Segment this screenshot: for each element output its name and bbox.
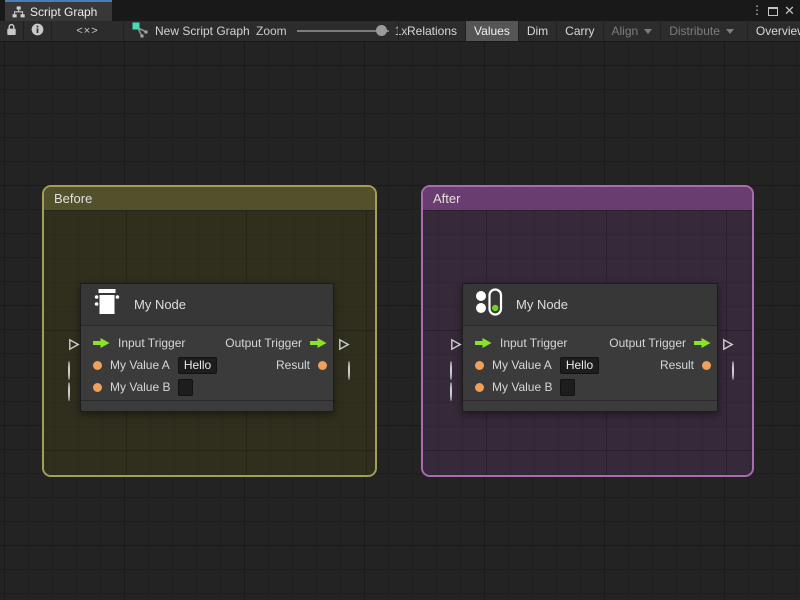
toolbar-button-relations[interactable]: Relations [398, 21, 465, 41]
info-button[interactable] [24, 21, 52, 41]
value-port-icon[interactable] [93, 382, 102, 392]
port-label: Result [659, 358, 694, 372]
outer-value-port-left-b[interactable] [450, 382, 452, 401]
close-icon[interactable]: ✕ [781, 0, 798, 21]
trigger-in-icon[interactable] [93, 337, 110, 349]
value-port-icon[interactable] [318, 360, 327, 370]
outer-value-port-right[interactable] [348, 361, 350, 380]
view-buttons: Relations Values Dim Carry Align Distrib… [398, 21, 800, 41]
graph-asset-name: New Script Graph [155, 24, 250, 38]
maximize-icon[interactable] [764, 0, 781, 21]
trigger-out-icon[interactable] [694, 337, 711, 349]
toolbar-button-align[interactable]: Align [602, 21, 661, 41]
toolbar-button-carry[interactable]: Carry [556, 21, 602, 41]
tab-script-graph[interactable]: Script Graph [5, 0, 112, 21]
graph-asset-title: New Script Graph [132, 21, 250, 41]
port-label: Input Trigger [500, 336, 568, 350]
outer-trigger-port-right[interactable] [722, 338, 734, 356]
lock-icon [6, 23, 17, 39]
script-graph-asset-icon [132, 22, 148, 41]
port-label: My Value B [110, 380, 171, 394]
outer-value-port-right[interactable] [732, 361, 734, 380]
port-row: My Value B [463, 376, 717, 398]
trigger-out-icon[interactable] [310, 337, 327, 349]
port-label: Output Trigger [609, 336, 686, 350]
port-row: Input Trigger Output Trigger [81, 332, 333, 354]
trigger-in-icon[interactable] [475, 337, 492, 349]
node-body: Input Trigger Output Trigger My Value A … [81, 326, 333, 400]
value-a-field[interactable]: Hello [177, 356, 218, 374]
zoom-slider[interactable] [296, 21, 389, 41]
value-b-field[interactable] [560, 378, 576, 396]
group-title: Before [54, 191, 93, 206]
outer-trigger-port-left[interactable] [450, 338, 462, 356]
group-title: After [433, 191, 461, 206]
toolbar-button-distribute[interactable]: Distribute [660, 21, 742, 41]
group-before-header[interactable]: Before [44, 187, 375, 210]
port-row: My Value A Hello Result [81, 354, 333, 376]
node-footer [81, 400, 333, 411]
value-b-field[interactable] [178, 378, 194, 396]
value-port-icon[interactable] [93, 360, 102, 370]
graph-canvas[interactable]: Before My Node Input Trigger Output Trig… [0, 42, 800, 600]
code-preview-button[interactable]: <×> [52, 21, 124, 41]
port-label: Input Trigger [118, 336, 186, 350]
outer-value-port-left-a[interactable] [68, 361, 70, 380]
port-label: Result [275, 358, 310, 372]
zoom-slider-handle[interactable] [375, 25, 387, 36]
zoom-label: Zoom [256, 24, 287, 38]
node-body: Input Trigger Output Trigger My Value A … [463, 326, 717, 400]
chevron-down-icon [725, 28, 734, 34]
value-port-icon[interactable] [702, 360, 711, 370]
node-header[interactable]: My Node [81, 284, 333, 326]
toolbar-button-dim[interactable]: Dim [517, 21, 556, 41]
value-port-icon[interactable] [475, 360, 484, 370]
outer-trigger-port-right[interactable] [338, 338, 350, 356]
port-label: Output Trigger [225, 336, 302, 350]
outer-value-port-left-a[interactable] [450, 361, 452, 380]
port-label: My Value A [110, 358, 170, 372]
node-title: My Node [516, 297, 569, 312]
unity-script-graph-window: Script Graph ⋮ ✕ <×> New Script Graph Zo… [0, 0, 800, 600]
info-icon [31, 23, 44, 39]
group-after-header[interactable]: After [423, 187, 752, 210]
node-title: My Node [134, 297, 187, 312]
visual-scripting-icon [475, 287, 503, 322]
outer-trigger-port-left[interactable] [68, 338, 80, 356]
tab-bar: Script Graph ⋮ ✕ [0, 0, 800, 21]
zoom-control: Zoom 1x [256, 21, 407, 41]
port-label: My Value A [492, 358, 552, 372]
hierarchy-icon [12, 5, 25, 18]
box-unit-icon [93, 287, 121, 322]
group-after[interactable]: After My Node Input Trigger Output Trigg… [421, 185, 754, 477]
port-row: Input Trigger Output Trigger [463, 332, 717, 354]
value-port-icon[interactable] [475, 382, 484, 392]
window-controls: ⋮ ✕ [750, 0, 798, 21]
value-a-field[interactable]: Hello [559, 356, 600, 374]
menu-kebab-icon[interactable]: ⋮ [750, 0, 764, 21]
toolbar-button-overview[interactable]: Overview [746, 21, 800, 41]
outer-value-port-left-b[interactable] [68, 382, 70, 401]
group-before[interactable]: Before My Node Input Trigger Output Trig… [42, 185, 377, 477]
tab-title: Script Graph [30, 4, 98, 19]
toolbar-button-values[interactable]: Values [465, 21, 518, 41]
port-row: My Value A Hello Result [463, 354, 717, 376]
zoom-slider-track [296, 30, 389, 32]
node-footer [463, 400, 717, 411]
lock-button[interactable] [0, 21, 24, 41]
node-my-node-after[interactable]: My Node Input Trigger Output Trigger My … [450, 283, 734, 412]
node-my-node-before[interactable]: My Node Input Trigger Output Trigger My … [68, 283, 350, 412]
port-label: My Value B [492, 380, 553, 394]
graph-toolbar: <×> New Script Graph Zoom 1x Relations V… [0, 21, 800, 42]
port-row: My Value B [81, 376, 333, 398]
code-preview-label: <×> [76, 25, 99, 37]
chevron-down-icon [644, 28, 653, 34]
node-header[interactable]: My Node [463, 284, 717, 326]
